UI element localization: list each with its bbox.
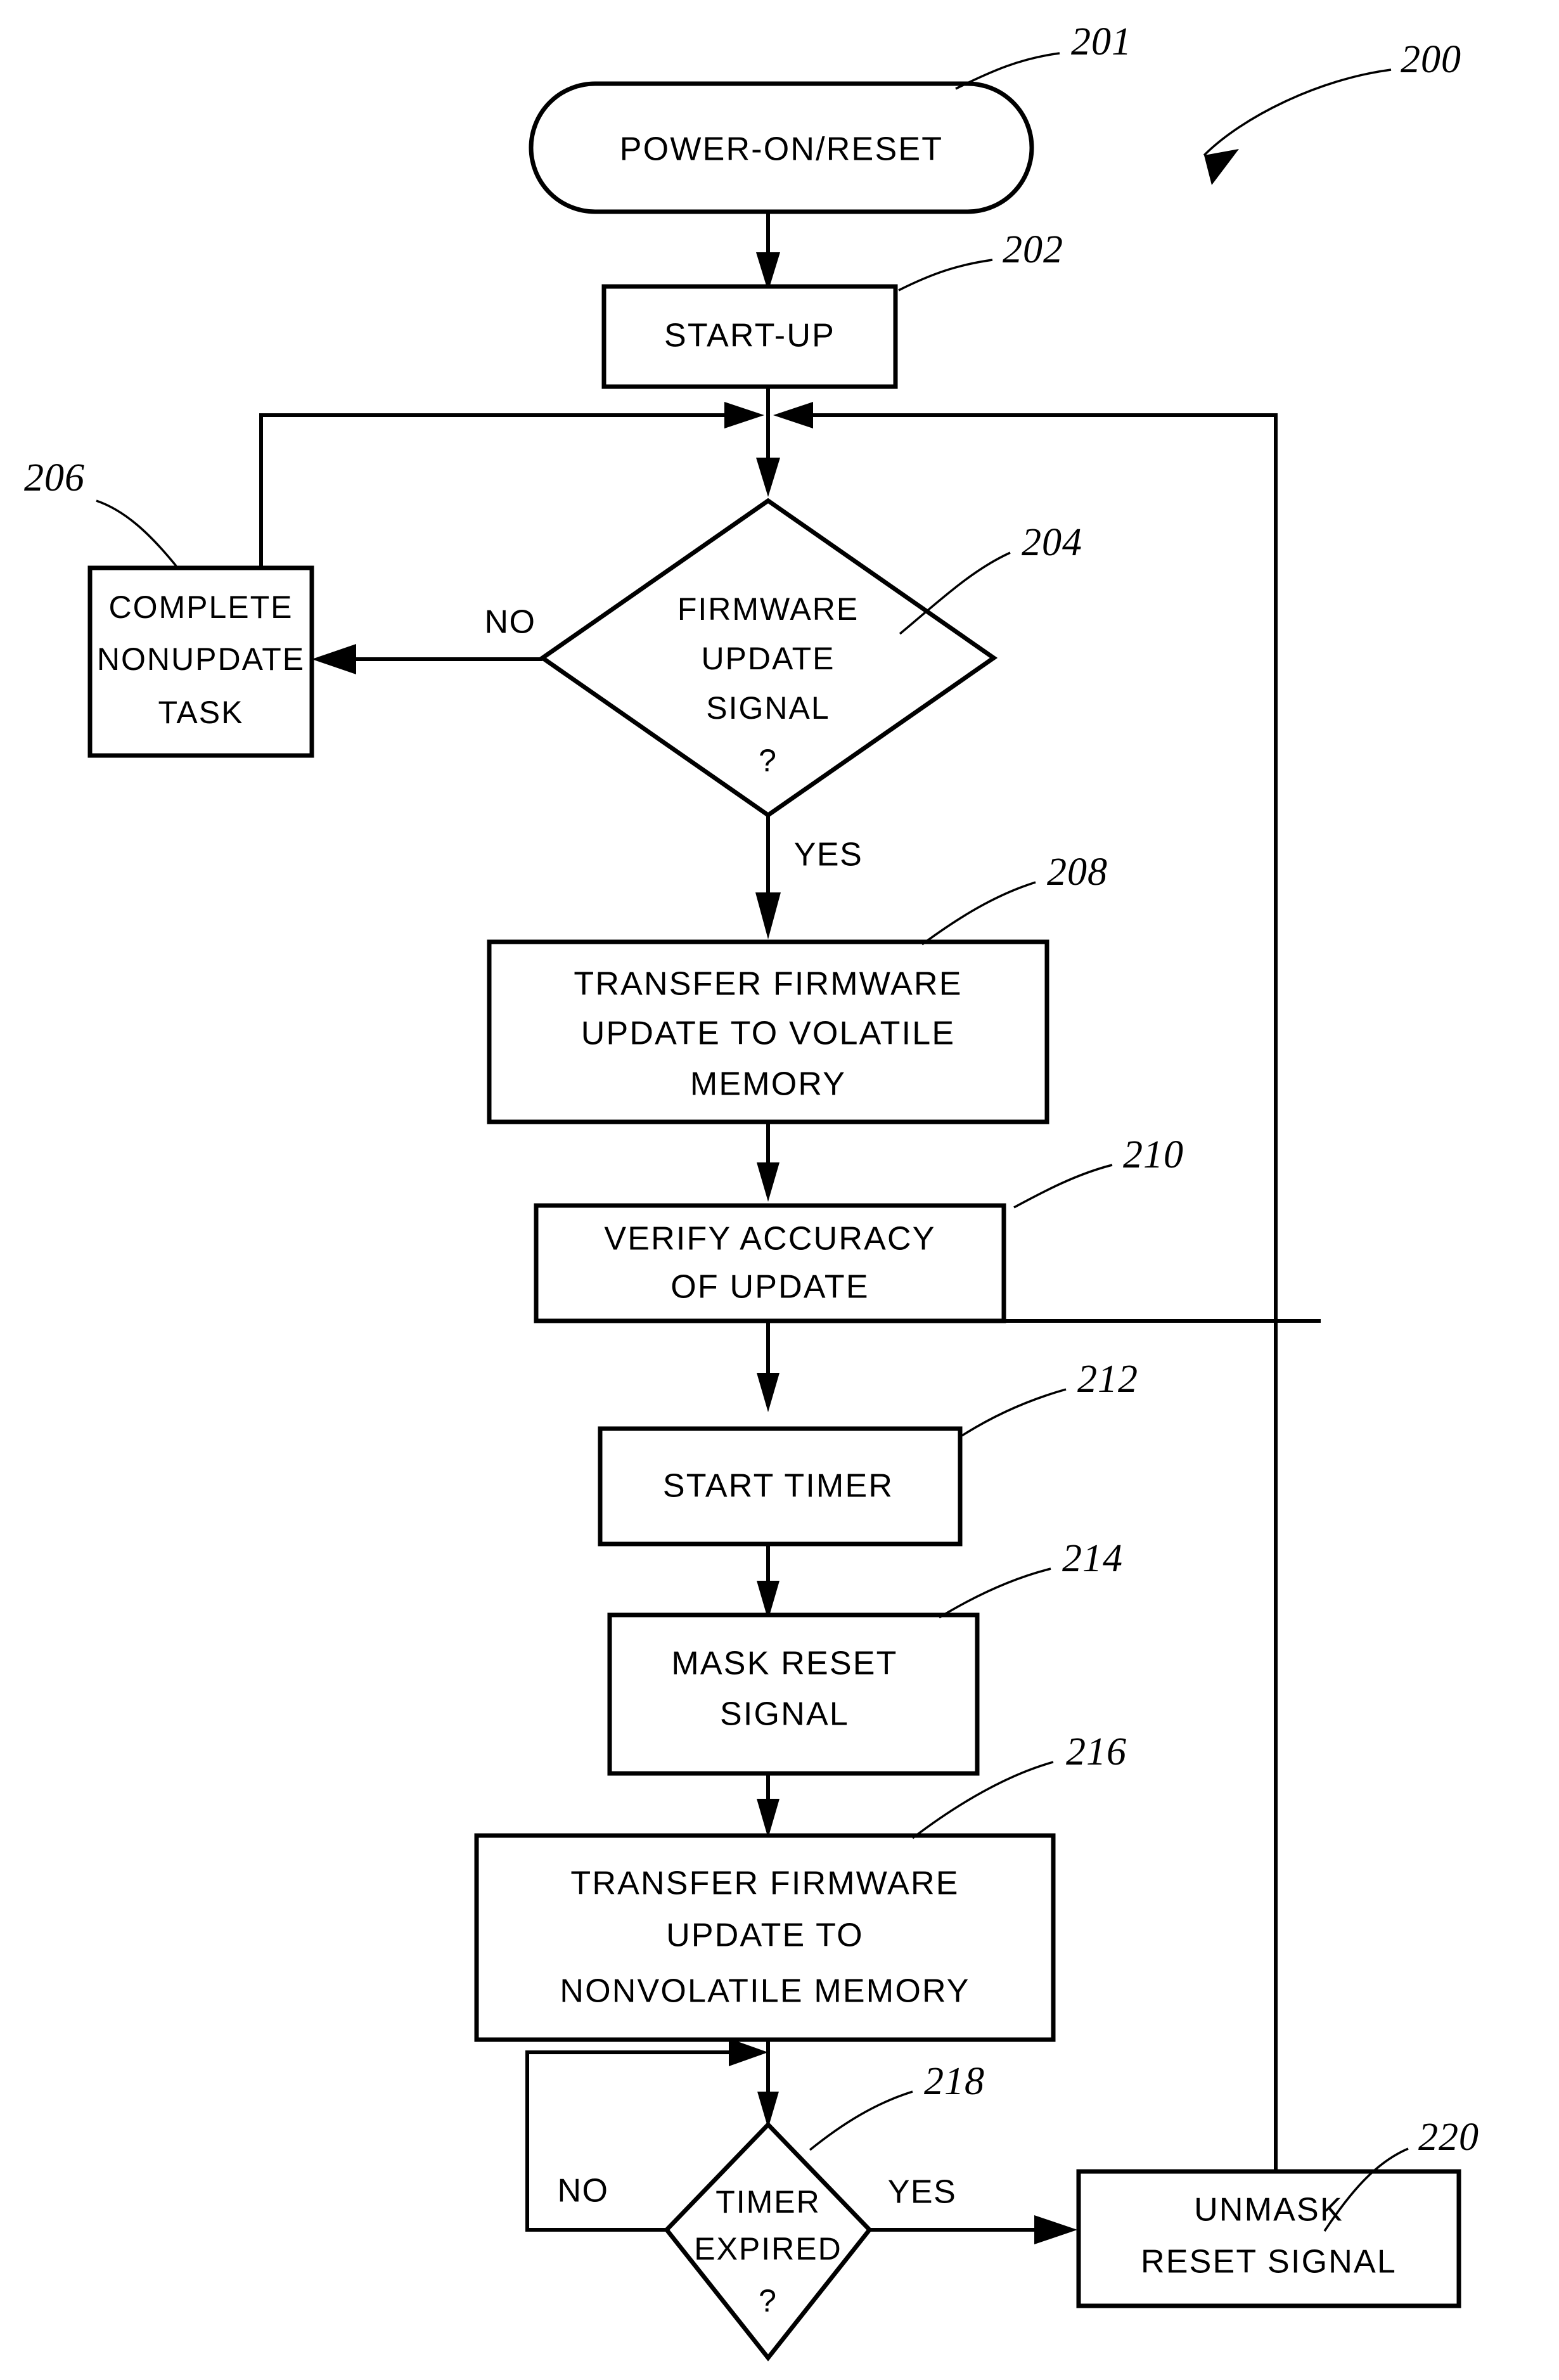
edge-204-no-206: NO	[312, 604, 542, 674]
flowchart-canvas: 200 POWER-ON/RESET 201 START-UP 202 FIRM…	[24, 20, 1479, 2362]
ref-label-206: 206	[24, 456, 85, 499]
node-label-201: POWER-ON/RESET	[620, 131, 943, 168]
branch-label-204-no: NO	[485, 604, 536, 641]
node-label-212: START TIMER	[663, 1468, 894, 1505]
branch-label-218-no: NO	[558, 2173, 609, 2210]
ref-label-201: 201	[1071, 20, 1132, 63]
node-label-214-line2: SIGNAL	[720, 1696, 849, 1733]
node-label-220-line2: RESET SIGNAL	[1141, 2244, 1397, 2280]
node-mask-reset-signal: MASK RESET SIGNAL 214	[607, 1537, 1123, 1776]
ref-label-204: 204	[1022, 521, 1082, 564]
node-label-202: START-UP	[664, 318, 835, 354]
node-label-214-line1: MASK RESET	[671, 1645, 897, 1682]
patent-figure: 200 POWER-ON/RESET 201 START-UP 202 FIRM…	[0, 0, 1559, 2380]
node-label-206-line1: COMPLETE	[108, 589, 293, 625]
node-label-204-line4: ?	[759, 743, 778, 778]
branch-label-204-yes: YES	[794, 837, 863, 873]
ref-label-214: 214	[1062, 1537, 1123, 1580]
node-complete-nonupdate-task: COMPLETE NONUPDATE TASK 206	[24, 456, 314, 758]
node-start-timer: START TIMER 212	[598, 1358, 1138, 1547]
node-label-208-line3: MEMORY	[690, 1066, 846, 1103]
node-label-204-line2: UPDATE	[701, 641, 835, 676]
node-label-218-line1: TIMER	[715, 2184, 821, 2220]
node-label-210-line1: VERIFY ACCURACY	[604, 1221, 935, 1258]
edge-206-merge-loop	[259, 402, 764, 568]
node-label-216-line2: UPDATE TO	[666, 1917, 864, 1954]
node-transfer-to-nonvolatile-memory: TRANSFER FIRMWARE UPDATE TO NONVOLATILE …	[474, 1730, 1127, 2042]
node-transfer-to-volatile-memory: TRANSFER FIRMWARE UPDATE TO VOLATILE MEM…	[487, 851, 1108, 1124]
ref-label-212: 212	[1077, 1358, 1138, 1401]
node-label-204-line1: FIRMWARE	[677, 591, 859, 627]
edge-214-216	[757, 1773, 780, 1838]
ref-label-218: 218	[924, 2060, 985, 2103]
process-shape-214	[607, 1612, 980, 1776]
node-power-on-reset: POWER-ON/RESET 201	[529, 20, 1132, 214]
edge-208-210	[757, 1122, 780, 1202]
node-label-210-line2: OF UPDATE	[670, 1269, 869, 1306]
ref-label-figure: 200	[1401, 38, 1461, 81]
ref-label-220: 220	[1418, 2116, 1479, 2159]
ref-label-208: 208	[1047, 851, 1108, 894]
ref-label-210: 210	[1123, 1133, 1184, 1176]
node-label-216-line3: NONVOLATILE MEMORY	[560, 1973, 970, 2010]
edge-218-yes-220: YES	[869, 2174, 1077, 2244]
node-label-220-line1: UNMASK	[1194, 2192, 1344, 2229]
node-label-218-line3: ?	[759, 2283, 778, 2319]
node-label-204-line3: SIGNAL	[706, 690, 830, 726]
branch-label-218-yes: YES	[888, 2174, 957, 2211]
edge-212-214	[757, 1544, 780, 1620]
edge-201-202	[756, 212, 780, 292]
edge-204-yes-208: YES	[755, 815, 863, 939]
ref-label-216: 216	[1066, 1730, 1127, 1773]
node-label-208-line2: UPDATE TO VOLATILE	[581, 1015, 956, 1052]
node-label-216-line1: TRANSFER FIRMWARE	[570, 1865, 959, 1902]
ref-label-202: 202	[1003, 228, 1063, 271]
node-label-218-line2: EXPIRED	[694, 2231, 842, 2267]
node-unmask-reset-signal: UNMASK RESET SIGNAL 220	[1076, 2116, 1479, 2308]
node-label-208-line1: TRANSFER FIRMWARE	[574, 966, 962, 1003]
node-firmware-update-signal-decision: FIRMWARE UPDATE SIGNAL ? 204	[538, 498, 1082, 818]
node-verify-accuracy: VERIFY ACCURACY OF UPDATE 210	[534, 1133, 1184, 1323]
node-label-206-line2: NONUPDATE	[97, 641, 305, 677]
node-start-up: START-UP 202	[601, 228, 1063, 389]
edge-202-204	[756, 387, 780, 497]
node-label-206-line3: TASK	[158, 695, 244, 730]
figure-ref-200: 200	[1203, 38, 1461, 185]
